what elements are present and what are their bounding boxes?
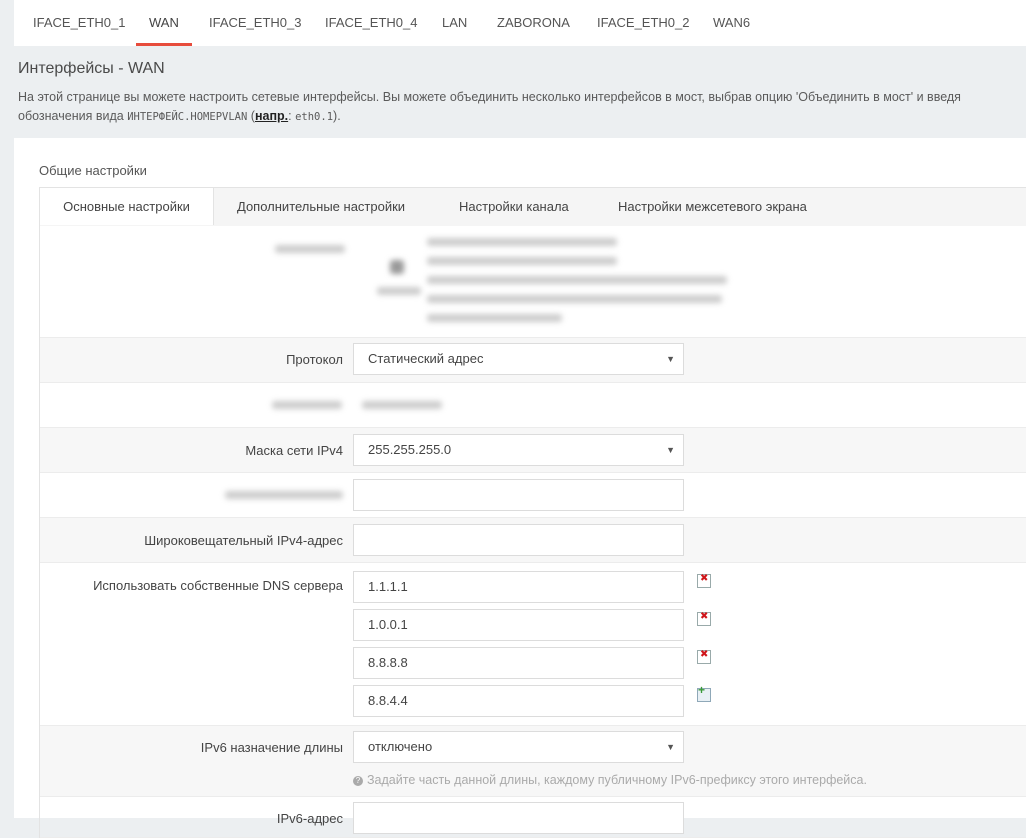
dns-row: Использовать собственные DNS сервера 1.1… <box>40 563 1026 726</box>
tab-wan[interactable]: WAN <box>136 0 192 46</box>
dns-server-input[interactable]: 8.8.8.8 <box>353 647 684 679</box>
description-line-1: На этой странице вы можете настроить сет… <box>18 90 961 104</box>
tab-iface-eth0-1[interactable]: IFACE_ETH0_1 <box>33 0 126 46</box>
ipv6-hint-text: Задайте часть данной длины, каждому публ… <box>367 773 867 787</box>
add-dns-icon[interactable] <box>697 683 711 702</box>
example-link[interactable]: напр. <box>255 109 288 123</box>
settings-panel: Общие настройки Основные настройки Допол… <box>14 138 1026 838</box>
page-description: На этой странице вы можете настроить сет… <box>18 88 1026 127</box>
ipv6-assign-select[interactable]: отключено ▼ <box>353 731 684 763</box>
tab-iface-eth0-3[interactable]: IFACE_ETH0_3 <box>209 0 302 46</box>
broadcast-label: Широковещательный IPv4-адрес <box>144 533 343 548</box>
protocol-select[interactable]: Статический адрес ▼ <box>353 343 684 375</box>
tab-wan6[interactable]: WAN6 <box>713 0 750 46</box>
dns-server-input[interactable]: 1.0.0.1 <box>353 609 684 641</box>
dns-server-input[interactable]: 1.1.1.1 <box>353 571 684 603</box>
tab-iface-eth0-4[interactable]: IFACE_ETH0_4 <box>325 0 418 46</box>
remove-dns-icon[interactable] <box>697 611 711 626</box>
ipv6-address-label: IPv6-адрес <box>276 811 343 826</box>
tab-iface-eth0-2[interactable]: IFACE_ETH0_2 <box>597 0 690 46</box>
section-title: Общие настройки <box>39 163 147 178</box>
netmask-select[interactable]: 255.255.255.0 ▼ <box>353 434 684 466</box>
dns-server-input[interactable]: 8.8.4.4 <box>353 685 684 717</box>
tab-lan[interactable]: LAN <box>442 0 467 46</box>
ipv4-address-row <box>40 383 1026 428</box>
protocol-value: Статический адрес <box>368 351 484 366</box>
netmask-label: Маска сети IPv4 <box>245 443 343 458</box>
tab-zaborona[interactable]: ZABORONA <box>497 0 570 46</box>
description-line-2: обозначения вида ИНТЕРФЕЙС.HOMEPVLAN (на… <box>18 107 1026 127</box>
settings-subtabs: Основные настройки Дополнительные настро… <box>39 187 1026 226</box>
netmask-value: 255.255.255.0 <box>368 442 452 457</box>
settings-form: Протокол Статический адрес ▼ Маска сети … <box>39 225 1026 838</box>
page-title: Интерфейсы - WAN <box>18 60 165 77</box>
ipv6-hint: ? Задайте часть данной длины, каждому пуб… <box>353 773 867 787</box>
dns-label: Использовать собственные DNS сервера <box>93 578 343 593</box>
protocol-row: Протокол Статический адрес ▼ <box>40 338 1026 383</box>
ipv6-assign-label: IPv6 назначение длины <box>200 740 343 755</box>
ipv4-gateway-row <box>40 473 1026 518</box>
subtab-link[interactable]: Настройки канала <box>459 188 569 225</box>
ipv6-assign-value: отключено <box>368 739 433 754</box>
chevron-down-icon: ▼ <box>666 354 675 364</box>
description-code: ИНТЕРФЕЙС.HOMEPVLAN <box>127 111 248 123</box>
description-text: обозначения вида <box>18 109 124 123</box>
status-row <box>40 225 1026 338</box>
help-icon: ? <box>353 776 363 786</box>
ipv6-address-row: IPv6-адрес <box>40 797 1026 838</box>
description-code-example: eth0.1 <box>295 111 334 123</box>
subtab-basic[interactable]: Основные настройки <box>40 188 214 225</box>
ipv6-address-input[interactable] <box>353 802 684 834</box>
chevron-down-icon: ▼ <box>666 742 675 752</box>
description-end: ). <box>333 109 341 123</box>
remove-dns-icon[interactable] <box>697 649 711 664</box>
broadcast-input[interactable] <box>353 524 684 556</box>
subtab-advanced[interactable]: Дополнительные настройки <box>237 188 405 225</box>
netmask-row: Маска сети IPv4 255.255.255.0 ▼ <box>40 428 1026 473</box>
remove-dns-icon[interactable] <box>697 573 711 588</box>
chevron-down-icon: ▼ <box>666 445 675 455</box>
description-colon: : <box>288 109 292 123</box>
broadcast-row: Широковещательный IPv4-адрес <box>40 518 1026 563</box>
subtab-firewall[interactable]: Настройки межсетевого экрана <box>618 188 807 225</box>
interface-tabs: IFACE_ETH0_1 WAN IFACE_ETH0_3 IFACE_ETH0… <box>14 0 1026 46</box>
ipv6-assign-row: IPv6 назначение длины отключено ▼ ? Задай… <box>40 726 1026 797</box>
protocol-label: Протокол <box>286 352 343 367</box>
ipv4-gateway-input[interactable] <box>353 479 684 511</box>
